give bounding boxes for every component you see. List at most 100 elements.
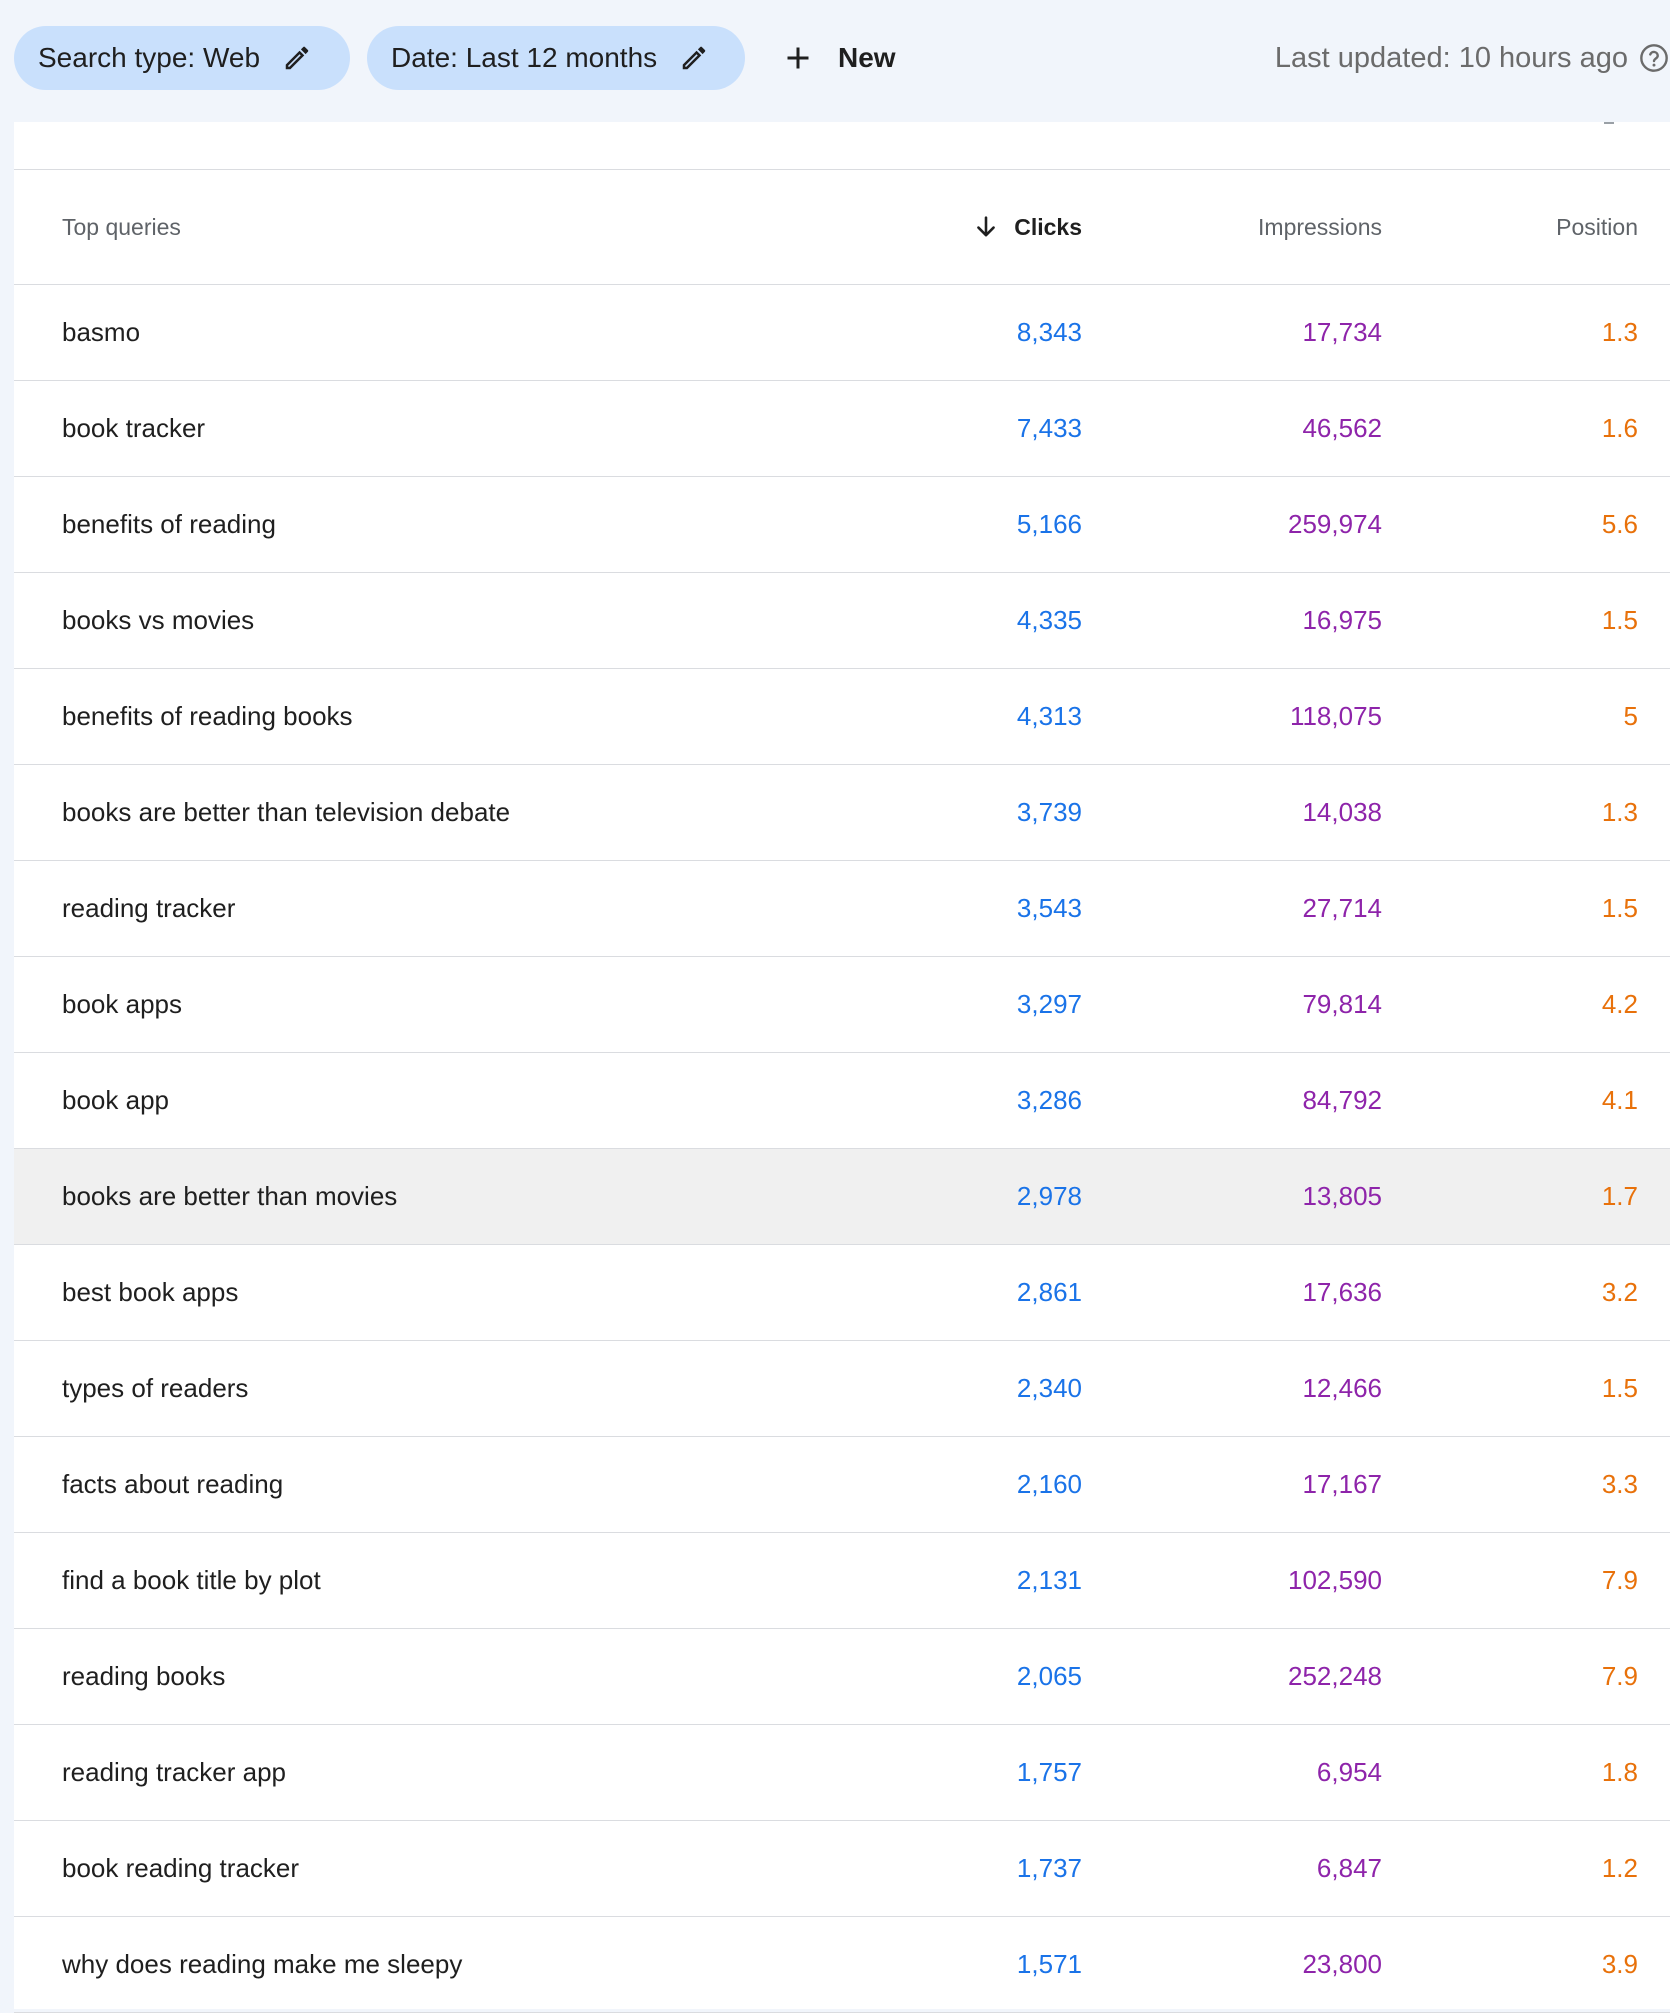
clicks-cell: 1,737	[1016, 1853, 1082, 1883]
table-row[interactable]: types of readers 2,340 12,466 1.5	[14, 1341, 1670, 1437]
position-cell: 1.3	[1601, 797, 1638, 827]
query-cell: book apps	[62, 989, 182, 1019]
position-cell: 1.8	[1601, 1757, 1638, 1787]
arrow-down-icon	[972, 213, 1000, 241]
impressions-cell: 259,974	[1288, 509, 1382, 539]
header-top-queries[interactable]: Top queries	[62, 170, 181, 284]
impressions-cell: 16,975	[1302, 605, 1382, 635]
impressions-cell: 6,954	[1316, 1757, 1382, 1787]
query-cell: why does reading make me sleepy	[62, 1949, 463, 1979]
table-row[interactable]: books vs movies 4,335 16,975 1.5	[14, 573, 1670, 669]
last-updated-status: Last updated: 10 hours ago	[1275, 26, 1670, 90]
clicks-cell: 2,065	[1016, 1661, 1082, 1691]
query-cell: basmo	[62, 317, 141, 347]
new-filter-button[interactable]: New	[780, 26, 896, 90]
position-cell: 1.5	[1601, 1373, 1638, 1403]
clicks-cell: 5,166	[1016, 509, 1082, 539]
help-circle-icon[interactable]	[1638, 42, 1670, 74]
clicks-cell: 2,340	[1016, 1373, 1082, 1403]
impressions-cell: 17,167	[1302, 1469, 1382, 1499]
query-cell: facts about reading	[62, 1469, 284, 1499]
impressions-cell: 6,847	[1316, 1853, 1382, 1883]
query-cell: book tracker	[62, 413, 206, 443]
impressions-cell: 46,562	[1302, 413, 1382, 443]
impressions-cell: 17,734	[1302, 317, 1382, 347]
query-cell: types of readers	[62, 1373, 249, 1403]
search-type-chip[interactable]: Search type: Web	[14, 26, 350, 90]
position-cell: 3.9	[1601, 1949, 1638, 1979]
position-cell: 5	[1623, 701, 1638, 731]
query-cell: reading books	[62, 1661, 226, 1691]
impressions-cell: 79,814	[1302, 989, 1382, 1019]
query-cell: find a book title by plot	[62, 1565, 321, 1595]
table-row[interactable]: benefits of reading 5,166 259,974 5.6	[14, 477, 1670, 573]
table-row[interactable]: book reading tracker 1,737 6,847 1.2	[14, 1821, 1670, 1917]
position-cell: 3.3	[1601, 1469, 1638, 1499]
impressions-cell: 118,075	[1289, 701, 1382, 731]
table-header: Top queries Clicks Impressions Position	[14, 170, 1670, 285]
impressions-cell: 27,714	[1302, 893, 1382, 923]
position-cell: 1.3	[1601, 317, 1638, 347]
clicks-cell: 8,343	[1016, 317, 1082, 347]
impressions-cell: 14,038	[1302, 797, 1382, 827]
scroll-indicator	[1604, 122, 1614, 124]
search-type-label: Search type: Web	[38, 42, 261, 73]
position-cell: 5.6	[1601, 509, 1638, 539]
impressions-cell: 84,792	[1302, 1085, 1382, 1115]
clicks-cell: 4,335	[1016, 605, 1082, 635]
table-row[interactable]: book apps 3,297 79,814 4.2	[14, 957, 1670, 1053]
impressions-cell: 23,800	[1302, 1949, 1382, 1979]
last-updated-text: Last updated: 10 hours ago	[1274, 41, 1628, 74]
table-row[interactable]: facts about reading 2,160 17,167 3.3	[14, 1437, 1670, 1533]
date-range-label: Date: Last 12 months	[391, 42, 658, 73]
impressions-cell: 17,636	[1302, 1277, 1382, 1307]
header-clicks-label: Clicks	[1014, 214, 1082, 240]
header-clicks[interactable]: Clicks	[972, 170, 1082, 284]
pencil-icon	[679, 43, 709, 73]
query-cell: best book apps	[62, 1277, 239, 1307]
clicks-cell: 1,757	[1016, 1757, 1082, 1787]
table-row[interactable]: reading tracker 3,543 27,714 1.5	[14, 861, 1670, 957]
pencil-icon	[282, 43, 312, 73]
table-row[interactable]: find a book title by plot 2,131 102,590 7.9	[14, 1533, 1670, 1629]
date-range-chip[interactable]: Date: Last 12 months	[367, 26, 745, 90]
impressions-cell: 102,590	[1288, 1565, 1382, 1595]
table-row[interactable]: books are better than movies 2,978 13,805 1…	[14, 1149, 1670, 1245]
table-row[interactable]: book app 3,286 84,792 4.1	[14, 1053, 1670, 1149]
clicks-cell: 2,978	[1016, 1181, 1082, 1211]
query-cell: reading tracker app	[62, 1757, 287, 1787]
impressions-cell: 252,248	[1288, 1661, 1382, 1691]
position-cell: 4.2	[1601, 989, 1638, 1019]
position-cell: 1.5	[1601, 605, 1638, 635]
table-row[interactable]: basmo 8,343 17,734 1.3	[14, 285, 1670, 381]
clicks-cell: 2,131	[1016, 1565, 1082, 1595]
impressions-cell: 13,805	[1302, 1181, 1382, 1211]
table-row[interactable]: why does reading make me sleepy 1,571 23,8…	[14, 1917, 1670, 2013]
table-row[interactable]: book tracker 7,433 46,562 1.6	[14, 381, 1670, 477]
query-cell: books vs movies	[62, 605, 255, 635]
position-cell: 1.7	[1601, 1181, 1638, 1211]
position-cell: 7.9	[1601, 1661, 1638, 1691]
clicks-cell: 4,313	[1016, 701, 1082, 731]
table-row[interactable]: books are better than television debate 3…	[14, 765, 1670, 861]
query-cell: books are better than television debate	[62, 797, 511, 827]
clicks-cell: 3,286	[1016, 1085, 1082, 1115]
plus-icon	[780, 40, 816, 76]
query-cell: benefits of reading books	[62, 701, 353, 731]
header-impressions[interactable]: Impressions	[1258, 170, 1382, 284]
clicks-cell: 2,861	[1016, 1277, 1082, 1307]
clicks-cell: 1,571	[1016, 1949, 1082, 1979]
position-cell: 1.2	[1601, 1853, 1638, 1883]
table-row[interactable]: reading books 2,065 252,248 7.9	[14, 1629, 1670, 1725]
query-cell: books are better than movies	[62, 1181, 398, 1211]
table-row[interactable]: reading tracker app 1,757 6,954 1.8	[14, 1725, 1670, 1821]
header-position[interactable]: Position	[1556, 170, 1638, 284]
table-row[interactable]: best book apps 2,861 17,636 3.2	[14, 1245, 1670, 1341]
clicks-cell: 3,739	[1016, 797, 1082, 827]
table-body: basmo 8,343 17,734 1.3 book tracker 7,433 46,5…	[14, 285, 1670, 2013]
clicks-cell: 3,543	[1016, 893, 1082, 923]
query-cell: benefits of reading	[62, 509, 276, 539]
position-cell: 4.1	[1601, 1085, 1638, 1115]
query-cell: reading tracker	[62, 893, 236, 923]
table-row[interactable]: benefits of reading books 4,313 118,075 5	[14, 669, 1670, 765]
